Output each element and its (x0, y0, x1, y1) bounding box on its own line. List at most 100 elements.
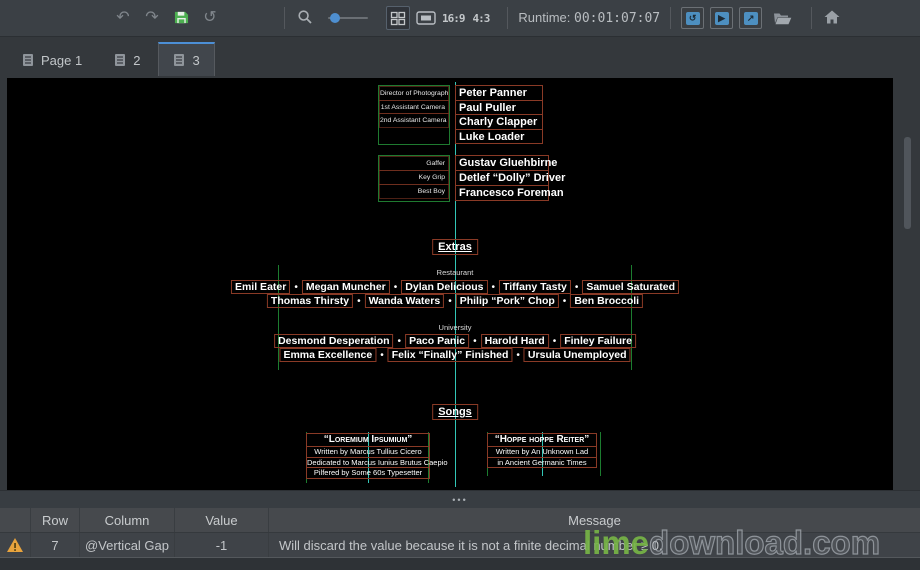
credit-label[interactable]: Best Boy (379, 184, 449, 199)
credit-name[interactable]: Philip “Pork” Chop (456, 294, 559, 308)
credits-canvas[interactable]: Director of Photography1st Assistant Cam… (7, 78, 893, 490)
credit-name[interactable]: Megan Muncher (302, 280, 390, 294)
song-credit-line[interactable]: in Ancient Germanic Times (487, 457, 597, 469)
credit-label[interactable]: 1st Assistant Camera (379, 100, 449, 115)
tab-2[interactable]: 2 (100, 44, 154, 76)
credit-name[interactable]: Dylan Delicious (401, 280, 487, 294)
bullet-separator: • (398, 336, 402, 347)
credit-name[interactable]: Francesco Foreman (455, 185, 549, 201)
warning-icon (6, 537, 24, 553)
extras-subheading: Restaurant (437, 268, 474, 277)
bullet-separator: • (553, 336, 557, 347)
credit-name[interactable]: Ben Broccoli (570, 294, 643, 308)
song-title[interactable]: “Hoppe hoppe Reiter” (487, 433, 597, 447)
issue-row[interactable]: 7@Vertical Gap-1Will discard the value b… (0, 533, 920, 558)
credit-label[interactable]: 2nd Assistant Camera (379, 113, 449, 128)
issues-header-row: RowColumnValueMessage (0, 508, 920, 533)
splitter-handle-icon[interactable]: ••• (452, 497, 467, 503)
play-icon: ▶ (715, 12, 729, 25)
credit-name[interactable]: Thomas Thirsty (267, 294, 353, 308)
credit-name[interactable]: Gustav Gluehbirne (455, 155, 549, 171)
song-credit-line[interactable]: Dedicated to Marcus Iunius Brutus Caepio (306, 457, 430, 469)
credit-name[interactable]: Detlef “Dolly” Driver (455, 170, 549, 186)
zoom-icon[interactable] (295, 9, 315, 29)
page-icon (22, 53, 34, 67)
credit-name[interactable]: Emil Eater (231, 280, 290, 294)
tab-label: 3 (192, 53, 199, 68)
credit-label[interactable]: Director of Photography (379, 86, 449, 101)
letterbox-view-button[interactable] (414, 6, 438, 30)
issues-header-row[interactable]: Row (31, 508, 80, 532)
aspect-16-9-button[interactable]: 16:9 (442, 12, 465, 25)
credit-name[interactable]: Tiffany Tasty (499, 280, 571, 294)
play-button[interactable]: ▶ (710, 7, 733, 29)
song-credit-line[interactable]: Pilfered by Some 60s Typesetter (306, 467, 430, 479)
scrollbar-thumb[interactable] (904, 137, 911, 229)
bullet-separator: • (563, 296, 567, 307)
credit-name[interactable]: Emma Excellence (279, 348, 376, 362)
extras-heading[interactable]: Extras (432, 239, 478, 255)
export-icon: ↗ (744, 12, 758, 25)
tab-page-1[interactable]: Page 1 (8, 44, 96, 76)
credit-name[interactable]: Ursula Unemployed (524, 348, 631, 362)
issues-header-column[interactable]: Column (80, 508, 175, 532)
export-button[interactable]: ↗ (739, 7, 762, 29)
issues-panel: RowColumnValueMessage 7@Vertical Gap-1Wi… (0, 508, 920, 570)
issues-header-message[interactable]: Message (269, 508, 920, 532)
issues-header-value[interactable]: Value (175, 508, 269, 532)
credit-name[interactable]: Harold Hard (481, 334, 549, 348)
zoom-slider-knob[interactable] (330, 13, 340, 23)
tab-bar: Page 1 2 3 (0, 38, 920, 76)
credit-name[interactable]: Desmond Desperation (274, 334, 393, 348)
layout-view-button[interactable] (386, 6, 410, 30)
credit-name[interactable]: Samuel Saturated (582, 280, 679, 294)
letterbox-icon (416, 11, 436, 25)
bullet-separator: • (516, 350, 520, 361)
page-icon (114, 53, 126, 67)
extras-name-row: Emil Eater•Megan Muncher•Dylan Delicious… (231, 280, 679, 294)
credit-name[interactable]: Felix “Finally” Finished (388, 348, 513, 362)
credit-name[interactable]: Charly Clapper (455, 114, 543, 130)
credit-name[interactable]: Paco Panic (405, 334, 469, 348)
issues-header-icon-cell (0, 508, 31, 532)
issue-value: -1 (175, 533, 269, 557)
tab-3[interactable]: 3 (158, 42, 214, 76)
runtime-value: 00:01:07:07 (574, 11, 660, 26)
crew-labels: Director of Photography1st Assistant Cam… (378, 85, 450, 145)
bullet-separator: • (448, 296, 452, 307)
credit-name[interactable]: Paul Puller (455, 100, 543, 116)
aspect-4-3-button[interactable]: 4:3 (473, 12, 490, 25)
credit-label[interactable]: Key Grip (379, 170, 449, 185)
credit-name[interactable]: Luke Loader (455, 129, 543, 145)
redo-icon[interactable]: ↷ (142, 10, 162, 26)
floppy-glyph (174, 10, 189, 25)
song-credit-line[interactable]: Written by Marcus Tullius Cicero (306, 446, 430, 458)
open-folder-icon[interactable] (772, 11, 792, 29)
toolbar: ↶ ↷ ↺ 1 (0, 0, 920, 37)
song-credit-line[interactable]: Written by An Unknown Lad (487, 446, 597, 458)
credit-name[interactable]: Finley Failure (560, 334, 636, 348)
preview-icon: ↺ (686, 12, 700, 25)
extras-subheading: University (439, 323, 472, 332)
song-title[interactable]: “Loremium Ipsumium” (306, 433, 430, 447)
revert-icon[interactable]: ↺ (200, 10, 220, 26)
issue-column-name: @Vertical Gap (80, 533, 175, 557)
save-icon[interactable] (171, 10, 191, 29)
vertical-scrollbar[interactable] (893, 76, 920, 490)
issue-row-number: 7 (31, 533, 80, 557)
crew-names: Gustav GluehbirneDetlef “Dolly” DriverFr… (455, 155, 549, 202)
credit-label[interactable]: Gaffer (379, 156, 449, 171)
zoom-slider[interactable] (328, 17, 368, 19)
preview-render-button[interactable]: ↺ (681, 7, 704, 29)
undo-icon[interactable]: ↶ (113, 10, 133, 26)
panel-splitter[interactable]: ••• (0, 490, 920, 508)
credit-name[interactable]: Peter Panner (455, 85, 543, 101)
toolbar-separator (811, 7, 812, 29)
crew-names: Peter PannerPaul PullerCharly ClapperLuk… (455, 85, 543, 145)
bullet-separator: • (473, 336, 477, 347)
home-icon[interactable] (822, 10, 842, 28)
song2-right-guide (600, 432, 601, 476)
songs-heading[interactable]: Songs (432, 404, 478, 420)
credit-name[interactable]: Wanda Waters (365, 294, 445, 308)
tab-label: Page 1 (41, 53, 82, 68)
